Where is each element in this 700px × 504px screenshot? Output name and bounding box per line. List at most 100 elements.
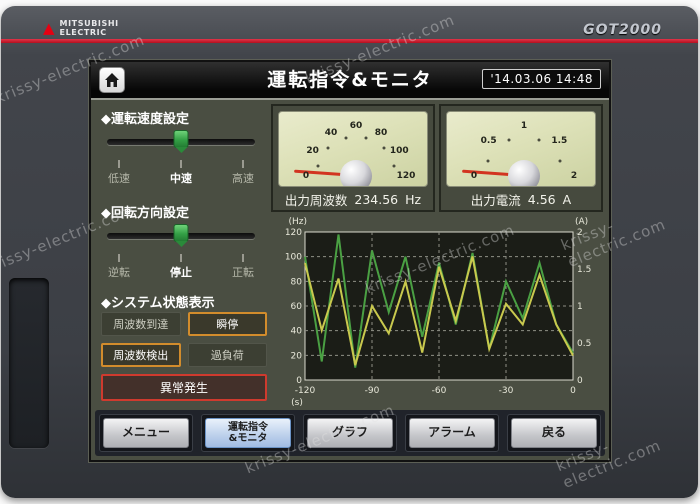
tick-mark bbox=[180, 160, 182, 168]
bezel-red-stripe bbox=[1, 39, 698, 43]
titlebar-divider bbox=[91, 98, 609, 100]
tick-mark bbox=[242, 254, 244, 262]
indicator-momentary-stop: 瞬停 bbox=[187, 312, 267, 336]
svg-text:0: 0 bbox=[296, 376, 302, 386]
meter-tick bbox=[486, 159, 490, 163]
nav-slot: 戻る bbox=[507, 414, 601, 452]
tick-mark bbox=[118, 160, 120, 168]
svg-text:2: 2 bbox=[577, 228, 583, 238]
meter-caption: 出力周波数 234.56 Hz bbox=[273, 189, 433, 209]
meter-caption: 出力電流 4.56 A bbox=[441, 189, 601, 209]
meter-scale-label: 80 bbox=[374, 127, 388, 138]
meter-pivot bbox=[508, 160, 540, 186]
svg-text:80: 80 bbox=[291, 277, 303, 287]
bezel-slot-cover bbox=[9, 278, 49, 448]
meter-face: 0 20 40 60 80 100 120 bbox=[278, 111, 428, 187]
meter-label: 出力周波数 bbox=[284, 192, 348, 208]
indicator-overload: 過負荷 bbox=[187, 343, 267, 367]
meter-scale-label: 2 bbox=[570, 171, 578, 181]
tick-mark bbox=[242, 160, 244, 168]
meter-value: 4.56 bbox=[527, 191, 556, 207]
meter-tick bbox=[558, 159, 562, 163]
meter-scale-label: 1 bbox=[520, 121, 528, 131]
meter-panel: 0 20 40 60 80 100 120 出力周波数 234.56 Hz 0 0.5 1 1.5… bbox=[271, 104, 603, 212]
direction-slider-handle[interactable] bbox=[173, 224, 189, 242]
indicator-frequency-reached: 周波数到達 bbox=[101, 312, 181, 336]
meter-scale-label: 20 bbox=[306, 146, 319, 156]
svg-text:40: 40 bbox=[291, 327, 303, 337]
speed-option-mid[interactable]: 中速 bbox=[161, 160, 201, 186]
speed-options: 低速 中速 高速 bbox=[99, 160, 263, 186]
meter-tick bbox=[507, 138, 511, 142]
alarm-button[interactable]: アラーム bbox=[409, 418, 495, 448]
meter-scale-label: 0 bbox=[470, 171, 478, 181]
svg-text:1: 1 bbox=[577, 302, 583, 312]
meter-scale-label: 0 bbox=[302, 171, 310, 181]
meter-tick bbox=[364, 136, 368, 140]
operation-monitor-button[interactable]: 運転指令 &モニタ bbox=[205, 418, 291, 448]
tick-mark bbox=[180, 254, 182, 262]
mitsubishi-logo: ▲ MITSUBISHI ELECTRIC bbox=[43, 19, 119, 37]
meter-face: 0 0.5 1 1.5 2 bbox=[446, 111, 596, 187]
svg-text:-90: -90 bbox=[365, 386, 380, 396]
speed-slider-handle[interactable] bbox=[173, 130, 189, 148]
nav-slot: 運転指令 &モニタ bbox=[201, 414, 295, 452]
graph-button[interactable]: グラフ bbox=[307, 418, 393, 448]
status-indicator-grid: 周波数到達 瞬停 周波数検出 過負荷 異常発生 bbox=[101, 312, 267, 401]
speed-option-low[interactable]: 低速 bbox=[99, 160, 139, 186]
output-current-meter: 0 0.5 1 1.5 2 出力電流 4.56 A bbox=[439, 104, 603, 212]
indicator-fault: 異常発生 bbox=[101, 374, 267, 401]
maker-name-line2: ELECTRIC bbox=[59, 28, 107, 38]
title-bar: 運転指令&モニタ '14.03.06 14:48 bbox=[91, 62, 609, 98]
nav-slot: グラフ bbox=[303, 414, 397, 452]
svg-text:0: 0 bbox=[577, 376, 583, 386]
datetime-display: '14.03.06 14:48 bbox=[482, 69, 601, 89]
meter-tick bbox=[344, 136, 348, 140]
direction-option-stop[interactable]: 停止 bbox=[161, 254, 201, 280]
meter-tick bbox=[316, 164, 320, 168]
meter-scale-label: 0.5 bbox=[480, 135, 497, 146]
meter-scale-label: 60 bbox=[349, 121, 363, 131]
svg-text:60: 60 bbox=[291, 302, 303, 312]
meter-tick bbox=[326, 146, 330, 150]
meter-unit: Hz bbox=[405, 191, 422, 207]
svg-text:1.5: 1.5 bbox=[577, 265, 591, 275]
meter-label: 出力電流 bbox=[470, 192, 521, 208]
svg-text:0: 0 bbox=[570, 386, 576, 396]
meter-scale-label: 40 bbox=[324, 127, 338, 138]
got2000-logo: GOT2000 bbox=[583, 22, 662, 38]
svg-text:(s): (s) bbox=[291, 398, 303, 408]
maker-name-line1: MITSUBISHI bbox=[59, 19, 119, 28]
meter-value: 234.56 bbox=[354, 191, 399, 207]
speed-option-high[interactable]: 高速 bbox=[223, 160, 263, 186]
nav-slot: メニュー bbox=[99, 414, 193, 452]
svg-text:0.5: 0.5 bbox=[577, 339, 591, 349]
trend-chart-svg: -120 -90 -60 -30 002040608010012000.511.52(H… bbox=[285, 217, 592, 408]
tick-mark bbox=[118, 254, 120, 262]
speed-slider bbox=[107, 130, 255, 154]
meter-unit: A bbox=[562, 191, 572, 207]
nav-slot: アラーム bbox=[405, 414, 499, 452]
direction-option-forward[interactable]: 正転 bbox=[223, 254, 263, 280]
lcd-screen: 運転指令&モニタ '14.03.06 14:48 ◆運転速度設定 低速 中速 高… bbox=[91, 62, 609, 460]
output-frequency-meter: 0 20 40 60 80 100 120 出力周波数 234.56 Hz bbox=[271, 104, 435, 212]
svg-text:120: 120 bbox=[285, 228, 302, 238]
direction-option-reverse[interactable]: 逆転 bbox=[99, 254, 139, 280]
svg-text:-120: -120 bbox=[295, 386, 316, 396]
meter-scale-label: 100 bbox=[389, 146, 409, 156]
meter-tick bbox=[382, 146, 386, 150]
menu-button[interactable]: メニュー bbox=[103, 418, 189, 448]
meter-scale-label: 120 bbox=[396, 171, 416, 181]
hmi-device-bezel: ▲ MITSUBISHI ELECTRIC GOT2000 運転指令&モニタ '… bbox=[1, 6, 698, 498]
svg-text:-30: -30 bbox=[499, 386, 514, 396]
meter-tick bbox=[537, 138, 541, 142]
svg-text:-60: -60 bbox=[432, 386, 447, 396]
svg-text:20: 20 bbox=[291, 351, 303, 361]
meter-pivot bbox=[340, 160, 372, 186]
meter-tick bbox=[392, 164, 396, 168]
direction-slider bbox=[107, 224, 255, 248]
back-button[interactable]: 戻る bbox=[511, 418, 597, 448]
svg-text:(A): (A) bbox=[575, 217, 588, 227]
nav-button-row: メニュー 運転指令 &モニタ グラフ アラーム 戻る bbox=[95, 410, 605, 456]
svg-text:(Hz): (Hz) bbox=[288, 217, 307, 227]
